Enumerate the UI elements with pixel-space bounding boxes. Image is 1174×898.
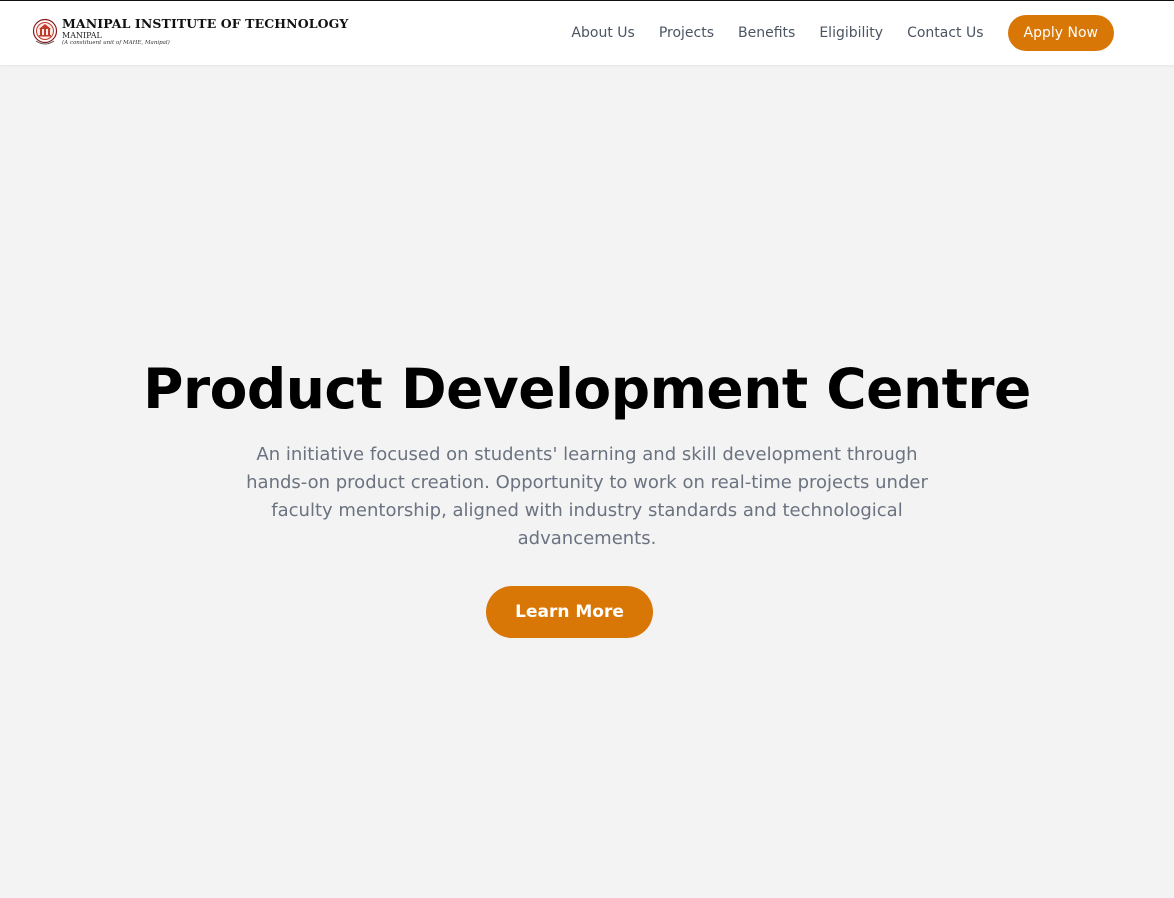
learn-more-button[interactable]: Learn More (486, 586, 653, 638)
hero-section: Product Development Centre An initiative… (0, 65, 1174, 898)
nav-contact-us[interactable]: Contact Us (907, 25, 983, 41)
institute-crest-icon (32, 18, 58, 45)
logo-title: MANIPAL INSTITUTE OF TECHNOLOGY (62, 15, 349, 31)
site-header: MANIPAL INSTITUTE OF TECHNOLOGY MANIPAL … (0, 1, 1174, 65)
site-logo[interactable]: MANIPAL INSTITUTE OF TECHNOLOGY MANIPAL … (32, 15, 348, 49)
logo-subtitle: MANIPAL (62, 31, 102, 40)
apply-now-button[interactable]: Apply Now (1007, 15, 1114, 51)
nav-benefits[interactable]: Benefits (738, 25, 795, 41)
hero-title: Product Development Centre (143, 357, 1031, 421)
hero-description: An initiative focused on students' learn… (246, 444, 928, 549)
logo-tagline: (A constituent unit of MAHE, Manipal) (62, 40, 170, 46)
nav-about-us[interactable]: About Us (571, 25, 634, 41)
main-nav: About Us Projects Benefits Eligibility C… (571, 15, 1114, 51)
nav-eligibility[interactable]: Eligibility (819, 25, 883, 41)
nav-projects[interactable]: Projects (659, 25, 714, 41)
